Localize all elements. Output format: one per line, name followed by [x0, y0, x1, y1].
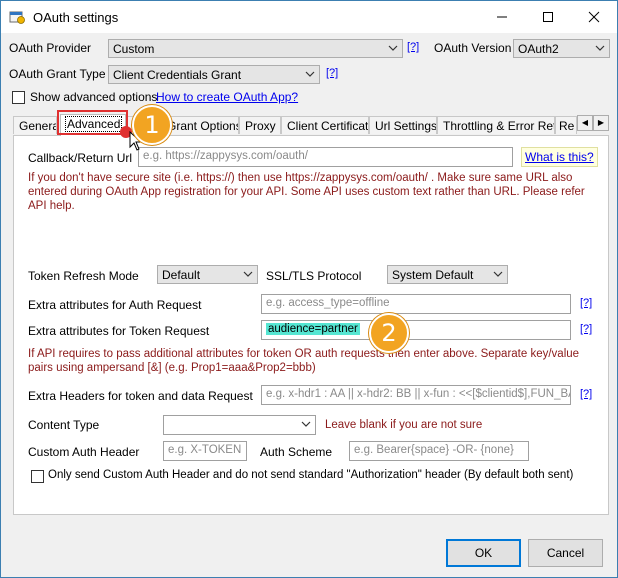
- auth-extra-label: Extra attributes for Auth Request: [28, 298, 202, 312]
- only-send-custom-header-checkbox[interactable]: [31, 470, 44, 483]
- cancel-button[interactable]: Cancel: [528, 539, 603, 567]
- arrow-right-icon: ▶: [597, 118, 605, 127]
- token-extra-help-link[interactable]: [?]: [580, 323, 592, 335]
- chevron-down-icon: [595, 45, 605, 51]
- show-advanced-checkbox[interactable]: [12, 91, 25, 104]
- ssl-protocol-label: SSL/TLS Protocol: [266, 269, 362, 283]
- auth-extra-input[interactable]: e.g. access_type=offline: [261, 294, 571, 314]
- custom-auth-header-input[interactable]: e.g. X-TOKEN: [163, 441, 247, 461]
- tab-scroll-right-button[interactable]: ▶: [593, 115, 609, 131]
- version-value: OAuth2: [518, 42, 559, 56]
- callback-url-label: Callback/Return Url: [28, 151, 133, 165]
- advanced-tab-highlight: [57, 110, 128, 135]
- arrow-left-icon: ◀: [581, 118, 589, 127]
- grant-type-select[interactable]: Client Credentials Grant: [108, 65, 320, 84]
- tab-proxy[interactable]: Proxy: [239, 116, 281, 134]
- extra-headers-label: Extra Headers for token and data Request: [28, 389, 253, 403]
- custom-auth-header-label: Custom Auth Header: [28, 445, 140, 459]
- version-select[interactable]: OAuth2: [513, 39, 610, 58]
- close-icon: [588, 11, 600, 23]
- window-title: OAuth settings: [33, 10, 119, 25]
- callout-badge-two: 2: [369, 313, 409, 353]
- chevron-down-icon: [301, 421, 311, 427]
- tab-client-certificate[interactable]: Client Certificate: [281, 116, 369, 134]
- chevron-down-icon: [493, 271, 503, 277]
- ssl-protocol-value: System Default: [392, 268, 474, 282]
- minimize-button[interactable]: [479, 1, 525, 33]
- create-oauth-app-link[interactable]: How to create OAuth App?: [156, 90, 298, 104]
- provider-label: OAuth Provider: [9, 41, 92, 55]
- chevron-down-icon: [243, 271, 253, 277]
- provider-select[interactable]: Custom: [108, 39, 403, 58]
- token-extra-value: audience=partner: [266, 323, 360, 335]
- token-refresh-select[interactable]: Default: [157, 265, 258, 284]
- auth-extra-help-link[interactable]: [?]: [580, 297, 592, 309]
- grant-type-label: OAuth Grant Type: [9, 67, 106, 81]
- token-refresh-label: Token Refresh Mode: [28, 269, 139, 283]
- what-is-this-link[interactable]: What is this?: [521, 147, 598, 167]
- extra-headers-input[interactable]: e.g. x-hdr1 : AA || x-hdr2: BB || x-fun …: [261, 385, 571, 405]
- app-icon: [9, 11, 25, 24]
- chevron-down-icon: [305, 71, 315, 77]
- version-label: OAuth Version: [434, 41, 512, 55]
- show-advanced-label: Show advanced options: [30, 90, 158, 104]
- auth-scheme-label: Auth Scheme: [260, 445, 333, 459]
- tab-re[interactable]: Re: [555, 116, 577, 134]
- title-bar: OAuth settings: [1, 1, 617, 33]
- content-type-note: Leave blank if you are not sure: [325, 419, 483, 431]
- token-refresh-value: Default: [162, 268, 201, 282]
- provider-help-link[interactable]: [?]: [407, 41, 419, 53]
- tab-scroll-left-button[interactable]: ◀: [577, 115, 593, 131]
- close-button[interactable]: [571, 1, 617, 33]
- tab-throttling[interactable]: Throttling & Error Retry: [437, 116, 555, 134]
- ok-button[interactable]: OK: [446, 539, 521, 567]
- oauth-settings-window: OAuth settings OAuth Provider Custom [?]…: [0, 0, 618, 578]
- tab-url-settings[interactable]: Url Settings: [369, 116, 437, 134]
- tab-general[interactable]: General: [13, 116, 57, 134]
- only-send-custom-header-label: Only send Custom Auth Header and do not …: [48, 469, 574, 481]
- maximize-icon: [543, 12, 553, 22]
- provider-value: Custom: [113, 42, 155, 56]
- token-extra-input[interactable]: audience=partner: [261, 320, 571, 340]
- grant-type-value: Client Credentials Grant: [113, 68, 242, 82]
- ssl-protocol-select[interactable]: System Default: [387, 265, 508, 284]
- content-type-label: Content Type: [28, 418, 100, 432]
- chevron-down-icon: [388, 45, 398, 51]
- token-extra-label: Extra attributes for Token Request: [28, 324, 210, 338]
- extra-headers-help-link[interactable]: [?]: [580, 388, 592, 400]
- callout-badge-one: 1: [132, 105, 172, 145]
- minimize-icon: [497, 16, 507, 18]
- maximize-button[interactable]: [525, 1, 571, 33]
- extra-attributes-note: If API requires to pass additional attri…: [28, 348, 580, 374]
- callback-note: If you don't have secure site (i.e. http…: [28, 172, 585, 212]
- grant-help-link[interactable]: [?]: [326, 67, 338, 79]
- auth-scheme-input[interactable]: e.g. Bearer{space} -OR- {none}: [349, 441, 529, 461]
- content-type-select[interactable]: [163, 415, 316, 435]
- callback-url-input[interactable]: e.g. https://zappysys.com/oauth/: [138, 147, 513, 167]
